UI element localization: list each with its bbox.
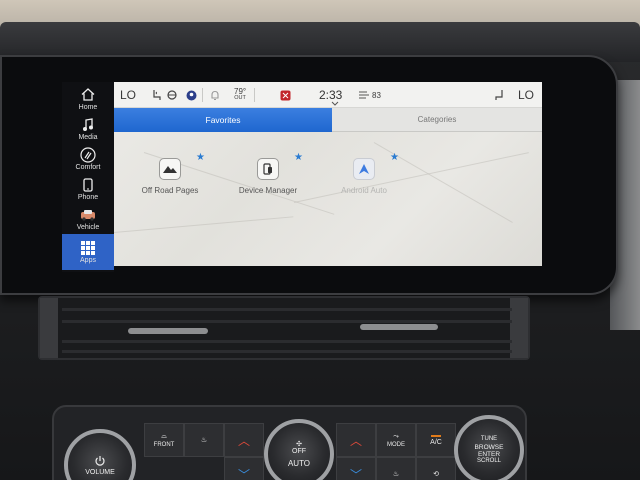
vent-slat (62, 308, 512, 311)
seat-heat-icon: ♨ (392, 471, 400, 478)
seat-heat-icon (80, 146, 96, 163)
device-manager-icon (257, 158, 279, 180)
sidebar-item-label: Media (78, 133, 98, 141)
apps-screen: LO 79° OUT 2:33 83 LO Favorites Categori… (114, 82, 542, 266)
fan-speed-value: 83 (372, 90, 381, 100)
tune-label: TUNE (480, 436, 498, 442)
passenger-temp[interactable]: LO (518, 82, 534, 108)
sidebar-item-label: Vehicle (76, 223, 100, 231)
mode-icon: ⤳ (393, 432, 399, 440)
chevron-down-icon[interactable] (331, 100, 339, 106)
air-vent (38, 296, 530, 360)
off-road-icon (159, 158, 181, 180)
tab-favorites[interactable]: Favorites (114, 108, 332, 132)
sidebar-item-media[interactable]: Media (62, 114, 114, 144)
recirculation-button[interactable]: ⟲ (416, 457, 456, 480)
volume-label: VOLUME (85, 468, 115, 476)
front-label: FRONT (153, 441, 175, 448)
home-icon (80, 88, 96, 102)
chevron-up-icon: ︿ (237, 433, 250, 448)
android-auto-icon (353, 158, 375, 180)
divider (202, 88, 203, 102)
power-icon (94, 455, 106, 469)
ac-button[interactable]: A/C (416, 423, 456, 457)
sidebar-item-apps[interactable]: Apps (62, 234, 114, 270)
mode-label: MODE (387, 441, 405, 448)
favorite-star-icon[interactable]: ★ (294, 152, 303, 163)
vent-slat (62, 350, 512, 353)
front-defrost-button[interactable]: ⌓ FRONT (144, 423, 184, 457)
app-label: Device Manager (238, 186, 298, 195)
phone-icon (80, 177, 96, 192)
status-bar: LO 79° OUT 2:33 83 LO (114, 82, 542, 108)
temp-up-button[interactable]: ︿ (224, 423, 264, 457)
app-label: Off Road Pages (141, 186, 199, 195)
sidebar-item-home[interactable]: Home (62, 84, 114, 114)
sidebar-item-comfort[interactable]: Comfort (62, 144, 114, 174)
tune-knob[interactable]: TUNE BROWSE ENTER SCROLL (454, 415, 524, 480)
sidebar-item-label: Home (78, 103, 98, 111)
ac-indicator (431, 434, 441, 437)
climate-panel: VOLUME ⌓ FRONT ♨ ︿ ﹀ ✣ OFF AUTO ︿ ﹀ ⤳ MO… (52, 405, 527, 480)
fan-auto-label: AUTO (287, 459, 311, 468)
favorite-star-icon[interactable]: ★ (196, 152, 205, 163)
passenger-temp-down-button[interactable]: ﹀ (336, 457, 376, 480)
defrost-icon: ⌓ (161, 432, 167, 440)
vehicle-icon (80, 208, 96, 222)
steering-heat-icon[interactable] (167, 82, 177, 108)
scroll-label: SCROLL (476, 458, 501, 464)
seat-heat-driver-icon[interactable] (152, 82, 162, 108)
seat-heat-icon: ♨ (200, 437, 208, 444)
sidebar-item-phone[interactable]: Phone (62, 174, 114, 204)
enter-label: ENTER (477, 451, 501, 458)
sidebar-item-label: Comfort (75, 163, 101, 171)
sidebar: Home Media Comfort Phone Vehicle Apps (62, 82, 114, 272)
volume-knob[interactable]: VOLUME (64, 429, 136, 480)
passenger-seat-heat-button[interactable]: ♨ (376, 457, 416, 480)
music-note-icon (80, 117, 96, 132)
app-device-manager[interactable]: Device Manager (228, 158, 308, 202)
seat-heat-passenger-icon[interactable] (494, 82, 504, 108)
favorite-star-icon[interactable]: ★ (390, 152, 399, 163)
vent-frame-right (510, 298, 528, 358)
fan-icon: ✣ (296, 441, 302, 448)
app-label: Android Auto (341, 186, 387, 195)
fan-speed-icon[interactable] (358, 82, 370, 108)
app-off-road-pages[interactable]: Off Road Pages (130, 158, 210, 202)
divider (254, 88, 255, 102)
app-android-auto[interactable]: Android Auto (324, 158, 404, 202)
temp-down-button[interactable]: ﹀ (224, 457, 264, 480)
chevron-up-icon: ︿ (349, 433, 362, 448)
apps-grid-icon (80, 240, 96, 255)
driver-profile-icon[interactable] (186, 82, 197, 108)
outside-temp-label: OUT (234, 95, 246, 102)
browse-label: BROWSE (474, 444, 504, 451)
recirculation-icon: ⟲ (433, 471, 439, 478)
chevron-down-icon: ﹀ (237, 467, 250, 480)
vent-slat (62, 340, 512, 343)
vent-handle-right[interactable] (360, 324, 438, 330)
ac-label: A/C (430, 438, 442, 446)
seat-heat-button[interactable]: ♨ (184, 423, 224, 457)
notification-bell-icon[interactable] (210, 82, 220, 108)
passenger-temp-up-button[interactable]: ︿ (336, 423, 376, 457)
alert-icon[interactable] (280, 82, 291, 108)
outside-temp: 79° OUT (234, 82, 246, 108)
tab-categories[interactable]: Categories (332, 108, 542, 132)
sidebar-item-label: Apps (80, 256, 96, 264)
fan-knob[interactable]: ✣ OFF AUTO (264, 419, 334, 480)
chevron-down-icon: ﹀ (349, 467, 362, 480)
vent-slat (62, 320, 512, 323)
mode-button[interactable]: ⤳ MODE (376, 423, 416, 457)
fan-off-label: OFF (292, 448, 306, 455)
vent-handle-left[interactable] (128, 328, 208, 334)
driver-temp[interactable]: LO (120, 82, 136, 108)
sidebar-item-label: Phone (77, 193, 99, 201)
sidebar-item-vehicle[interactable]: Vehicle (62, 204, 114, 234)
tab-bar: Favorites Categories (114, 108, 542, 132)
vent-frame-left (40, 298, 58, 358)
marble-vein (114, 216, 294, 233)
